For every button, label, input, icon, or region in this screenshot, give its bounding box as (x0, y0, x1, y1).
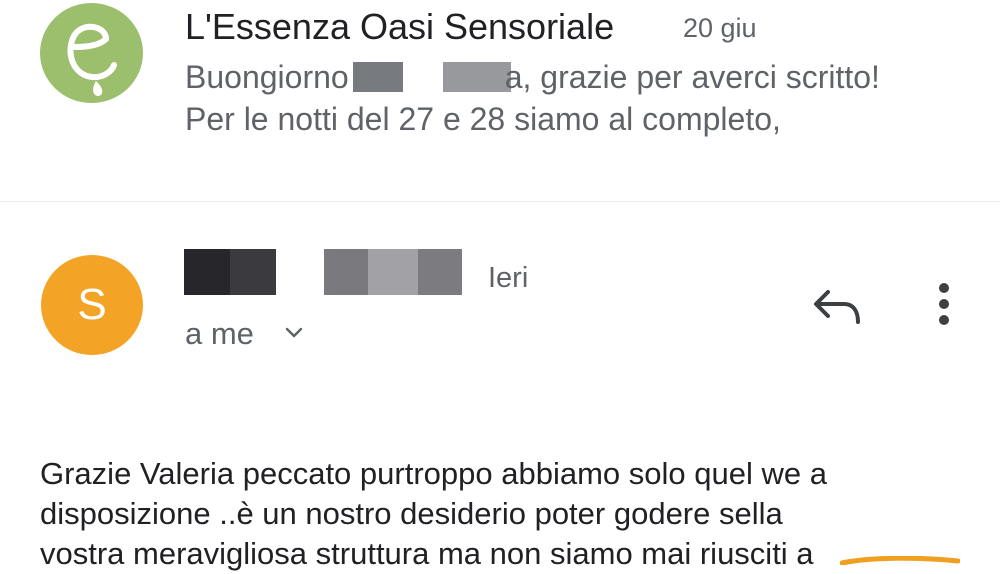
redacted-name-block (352, 62, 403, 92)
more-vert-icon (939, 283, 949, 325)
recipient-toggle[interactable]: a me (185, 316, 254, 352)
chevron-down-icon[interactable] (283, 322, 305, 344)
message-date: Ieri (488, 262, 529, 294)
body-line: Grazie Valeria peccato purtroppo abbiamo… (40, 456, 827, 491)
message-body: Grazie Valeria peccato purtroppo abbiamo… (40, 454, 970, 574)
sender-avatar[interactable]: S (41, 255, 143, 355)
essenza-logo-icon (67, 23, 117, 96)
body-line: disposizione ..è un nostro desiderio pot… (40, 496, 783, 531)
sender-logo-avatar (40, 3, 143, 103)
redacted-name-block (442, 62, 511, 92)
reply-icon (814, 290, 860, 324)
message-divider (0, 201, 1000, 202)
recipient-label: a me (185, 316, 254, 351)
redacted-sender-name (184, 249, 464, 295)
snippet-line-2: Per le notti del 27 e 28 siamo al comple… (185, 101, 781, 137)
more-options-button[interactable] (920, 278, 968, 334)
snippet-line-1: Buongiorno a, grazie per averci scritto! (185, 59, 880, 96)
message-date: 20 giu (683, 13, 757, 43)
collapsed-message[interactable]: L'Essenza Oasi Sensoriale 20 giu Buongio… (0, 0, 1000, 202)
snippet-text: a, grazie per averci scritto! (504, 59, 880, 95)
body-line: vostra meravigliosa struttura ma non sia… (40, 536, 814, 571)
highlight-swoosh (840, 556, 960, 565)
snippet-greeting: Buongiorno (185, 59, 349, 95)
reply-button[interactable] (808, 280, 866, 332)
sender-name: L'Essenza Oasi Sensoriale (185, 6, 615, 47)
